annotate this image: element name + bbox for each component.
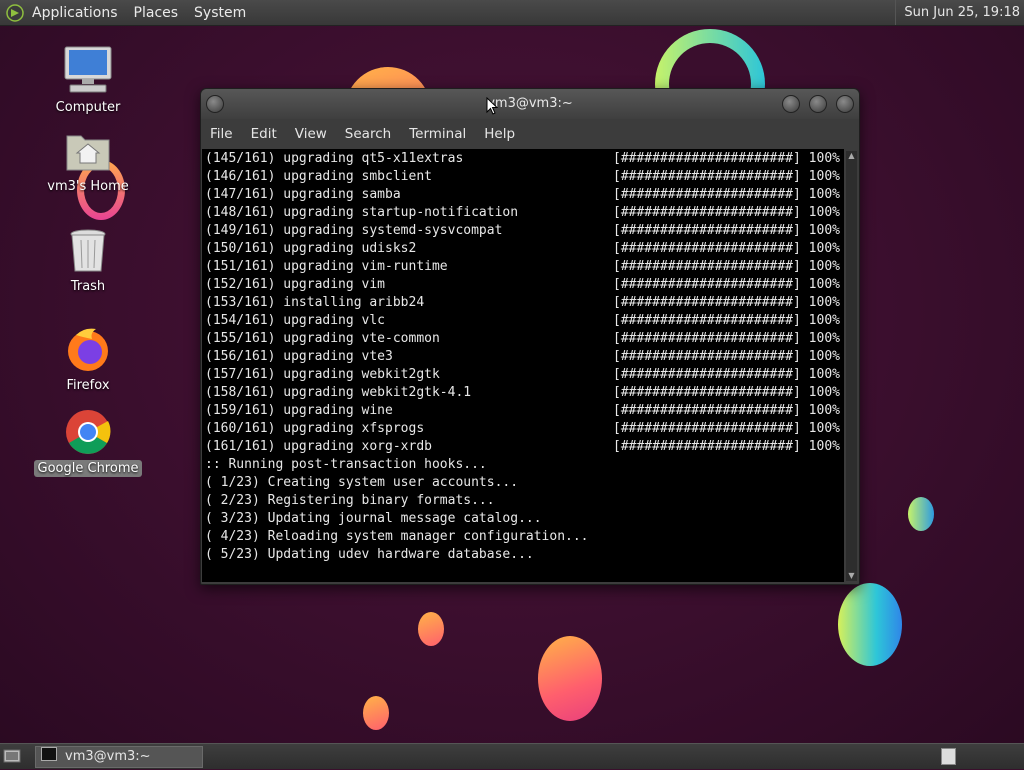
terminal-line: ( 4/23) Reloading system manager configu… (205, 529, 589, 544)
workspace-switcher[interactable] (941, 748, 956, 765)
maximize-button[interactable] (809, 95, 827, 113)
menu-edit[interactable]: Edit (242, 126, 286, 142)
desktop-icon-trash[interactable]: Trash (33, 228, 143, 295)
terminal-line: (154/161) upgrading vlc (205, 313, 386, 328)
show-desktop-icon[interactable] (2, 746, 22, 766)
desktop-icon-google-chrome[interactable]: Google Chrome (33, 408, 143, 477)
menu-terminal[interactable]: Terminal (400, 126, 475, 142)
progress-bar-text: [######################] 100% (613, 385, 840, 400)
top-panel: Applications Places System Sun Jun 25, 1… (0, 0, 1024, 26)
terminal-line: (152/161) upgrading vim (205, 277, 386, 292)
terminal-line: (157/161) upgrading webkit2gtk (205, 367, 440, 382)
terminal-line: (155/161) upgrading vte-common (205, 331, 440, 346)
progress-bar-text: [######################] 100% (613, 331, 840, 346)
firefox-icon (64, 325, 112, 373)
computer-icon (62, 45, 114, 95)
taskbar-window-label: vm3@vm3:~ (65, 749, 151, 764)
menu-system[interactable]: System (186, 5, 254, 21)
progress-bar-text: [######################] 100% (613, 259, 840, 274)
terminal-line: (145/161) upgrading qt5-x11extras (205, 151, 464, 166)
terminal-app-icon (41, 747, 57, 761)
window-menu-button[interactable] (206, 95, 224, 113)
progress-bar-text: [######################] 100% (613, 367, 840, 382)
progress-bar-text: [######################] 100% (613, 205, 840, 220)
progress-bar-text: [######################] 100% (613, 223, 840, 238)
terminal-line: ( 3/23) Updating journal message catalog… (205, 511, 542, 526)
terminal-line: ( 2/23) Registering binary formats... (205, 493, 495, 508)
menu-applications[interactable]: Applications (24, 5, 126, 21)
desktop-icon-label: Firefox (66, 378, 110, 393)
desktop-icon-computer[interactable]: Computer (33, 45, 143, 116)
terminal-line: ( 5/23) Updating udev hardware database.… (205, 547, 534, 562)
terminal-line: (158/161) upgrading webkit2gtk-4.1 (205, 385, 472, 400)
trash-icon (68, 228, 108, 274)
progress-bar-text: [######################] 100% (613, 295, 840, 310)
wallpaper-blob (838, 583, 902, 666)
menu-view[interactable]: View (286, 126, 336, 142)
terminal-line: :: Running post-transaction hooks... (205, 457, 487, 472)
minimize-button[interactable] (782, 95, 800, 113)
progress-bar-text: [######################] 100% (613, 439, 840, 454)
progress-bar-text: [######################] 100% (613, 169, 840, 184)
terminal-window[interactable]: vm3@vm3:~ File Edit View Search Terminal… (200, 88, 860, 585)
desktop-icon-label: Computer (55, 100, 121, 115)
terminal-line: (160/161) upgrading xfsprogs (205, 421, 425, 436)
terminal-line: (147/161) upgrading samba (205, 187, 401, 202)
desktop-icon-label: Trash (70, 279, 106, 294)
desktop-icon-label: Google Chrome (33, 460, 143, 477)
menu-places[interactable]: Places (126, 5, 187, 21)
window-title: vm3@vm3:~ (487, 96, 573, 111)
progress-bar-text: [######################] 100% (613, 151, 840, 166)
terminal-line: (150/161) upgrading udisks2 (205, 241, 417, 256)
menu-file[interactable]: File (201, 126, 242, 142)
bottom-panel: vm3@vm3:~ (0, 743, 1024, 769)
distro-logo-icon (6, 3, 24, 22)
menu-search[interactable]: Search (336, 126, 400, 142)
mouse-pointer-icon (486, 96, 499, 119)
desktop-icon-label: vm3's Home (47, 179, 129, 194)
wallpaper-blob (538, 636, 602, 721)
chrome-icon (64, 408, 112, 456)
progress-bar-text: [######################] 100% (613, 241, 840, 256)
progress-bar-text: [######################] 100% (613, 187, 840, 202)
vertical-scrollbar[interactable] (846, 151, 857, 581)
window-titlebar[interactable]: vm3@vm3:~ (201, 89, 859, 119)
terminal-line: (148/161) upgrading startup-notification (205, 205, 519, 220)
progress-bar-text: [######################] 100% (613, 421, 840, 436)
terminal-line: (161/161) upgrading xorg-xrdb (205, 439, 432, 454)
desktop-icon-home[interactable]: vm3's Home (33, 128, 143, 195)
wallpaper-blob (363, 696, 389, 730)
taskbar-window-button[interactable]: vm3@vm3:~ (35, 746, 203, 768)
terminal-output[interactable]: (145/161) upgrading qt5-x11extras (146/1… (202, 149, 844, 582)
desktop-icon-firefox[interactable]: Firefox (33, 325, 143, 394)
terminal-line: (146/161) upgrading smbclient (205, 169, 432, 184)
terminal-line: (159/161) upgrading wine (205, 403, 393, 418)
progress-bar-text: [######################] 100% (613, 277, 840, 292)
scroll-down-arrow-icon[interactable]: ▼ (847, 571, 856, 581)
progress-bar-text: [######################] 100% (613, 349, 840, 364)
progress-bar-text: [######################] 100% (613, 403, 840, 418)
terminal-line: (149/161) upgrading systemd-sysvcompat (205, 223, 503, 238)
terminal-line: ( 1/23) Creating system user accounts... (205, 475, 519, 490)
scroll-up-arrow-icon[interactable]: ▲ (847, 151, 856, 161)
wallpaper-blob (418, 612, 444, 646)
home-folder-icon (64, 128, 112, 174)
terminal-line: (153/161) installing aribb24 (205, 295, 425, 310)
terminal-line: (151/161) upgrading vim-runtime (205, 259, 448, 274)
wallpaper-blob (908, 497, 934, 531)
menu-help[interactable]: Help (475, 126, 524, 142)
clock[interactable]: Sun Jun 25, 19:18 (895, 0, 1020, 25)
terminal-menubar: File Edit View Search Terminal Help (201, 119, 859, 149)
terminal-line: (156/161) upgrading vte3 (205, 349, 393, 364)
progress-bar-text: [######################] 100% (613, 313, 840, 328)
close-button[interactable] (836, 95, 854, 113)
